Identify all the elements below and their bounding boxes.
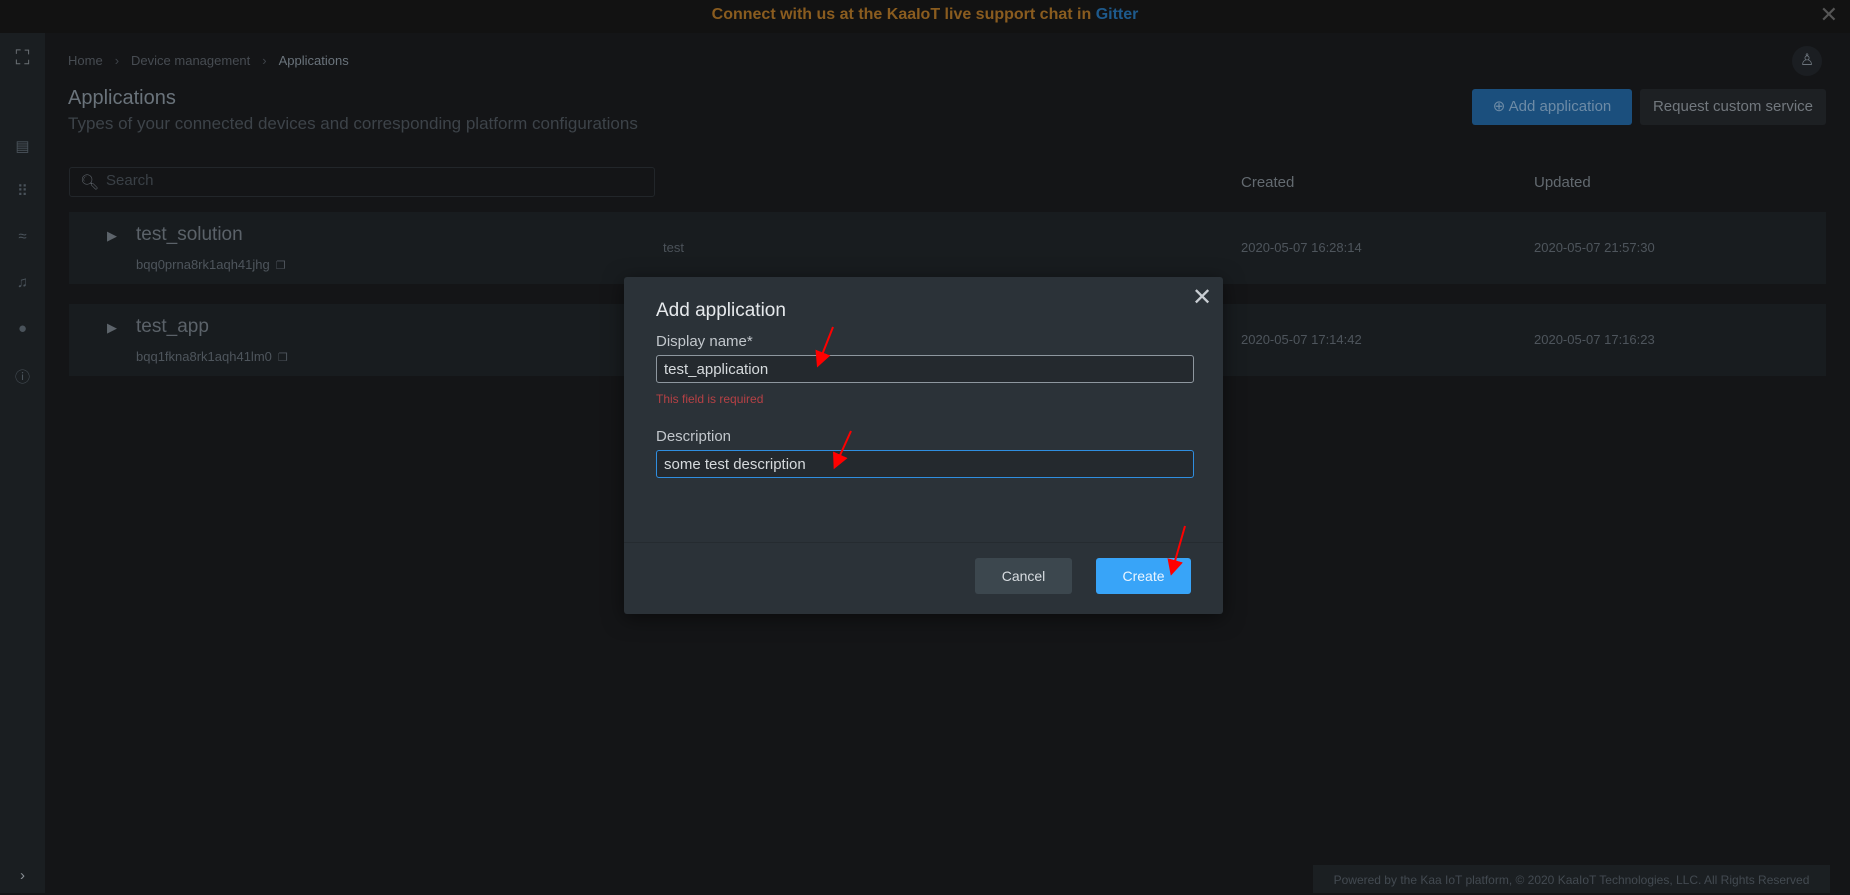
- created-date: 2020-05-07 16:28:14: [1241, 240, 1362, 255]
- support-banner: Connect with us at the KaaIoT live suppo…: [0, 0, 1850, 33]
- updated-date: 2020-05-07 17:16:23: [1534, 332, 1655, 347]
- breadcrumb: Home › Device management › Applications: [68, 53, 349, 68]
- banner-text: Connect with us at the KaaIoT live suppo…: [711, 6, 1096, 23]
- apps-grid-icon[interactable]: ⠿: [0, 182, 45, 200]
- table-row[interactable]: ▶ test_solution bqq0prna8rk1aqh41jhg ❐ te…: [69, 212, 1826, 284]
- display-name-label: Display name*: [656, 333, 753, 350]
- column-header-created[interactable]: Created: [1241, 174, 1294, 191]
- chevron-right-icon: ›: [262, 53, 267, 68]
- app-name: test_solution: [136, 224, 243, 245]
- help-icon[interactable]: ⓘ: [0, 366, 45, 387]
- footer: Powered by the Kaa IoT platform, © 2020 …: [1313, 865, 1830, 893]
- expand-caret-icon[interactable]: ▶: [107, 320, 117, 336]
- account-icon[interactable]: ●: [0, 320, 45, 337]
- chevron-right-icon[interactable]: ›: [0, 867, 45, 884]
- user-icon: ♙: [1799, 52, 1815, 69]
- user-avatar[interactable]: ♙: [1792, 46, 1822, 76]
- page-subtitle: Types of your connected devices and corr…: [68, 114, 638, 133]
- updated-date: 2020-05-07 21:57:30: [1534, 240, 1655, 255]
- dashboard-icon[interactable]: ▤: [0, 137, 45, 155]
- close-icon[interactable]: ✕: [1192, 286, 1212, 310]
- bell-icon[interactable]: ♫: [0, 274, 45, 291]
- page-title: Applications: [68, 87, 176, 109]
- close-icon[interactable]: ✕: [1820, 4, 1838, 26]
- app-name: test_app: [136, 316, 209, 337]
- dialog-title: Add application: [656, 300, 786, 321]
- copy-icon[interactable]: ❐: [276, 260, 286, 272]
- cancel-button[interactable]: Cancel: [975, 558, 1072, 594]
- gitter-link[interactable]: Gitter: [1096, 6, 1139, 23]
- copy-icon[interactable]: ❐: [278, 352, 288, 364]
- expand-caret-icon[interactable]: ▶: [107, 228, 117, 244]
- search-box: 🔍︎: [69, 167, 655, 197]
- breadcrumb-device-management[interactable]: Device management: [131, 53, 250, 68]
- add-application-button[interactable]: ⊕ Add application: [1472, 89, 1632, 125]
- add-application-label: Add application: [1508, 98, 1612, 115]
- create-button[interactable]: Create: [1096, 558, 1191, 594]
- request-custom-service-button[interactable]: Request custom service: [1640, 89, 1826, 125]
- display-name-input[interactable]: [656, 355, 1194, 383]
- breadcrumb-home[interactable]: Home: [68, 53, 103, 68]
- analytics-icon[interactable]: ≈: [0, 228, 45, 245]
- search-icon: 🔍︎: [80, 174, 100, 191]
- app-id: bqq0prna8rk1aqh41jhg: [136, 257, 270, 272]
- plus-circle-icon: ⊕: [1492, 98, 1509, 115]
- add-application-dialog: Add application ✕ Display name* This fie…: [624, 277, 1223, 614]
- chevron-right-icon: ›: [114, 53, 120, 68]
- description-input[interactable]: [656, 450, 1194, 478]
- search-input[interactable]: [106, 172, 636, 189]
- display-name-error: This field is required: [656, 392, 764, 406]
- column-header-updated[interactable]: Updated: [1534, 174, 1591, 191]
- sidebar: ⛶ ▤ ⠿ ≈ ♫ ● ⓘ ›: [0, 33, 45, 893]
- description-label: Description: [656, 428, 732, 445]
- created-date: 2020-05-07 17:14:42: [1241, 332, 1362, 347]
- kaa-logo-icon[interactable]: ⛶: [0, 47, 45, 70]
- app-description: test: [663, 240, 684, 255]
- breadcrumb-applications: Applications: [278, 53, 349, 68]
- app-id: bqq1fkna8rk1aqh41lm0: [136, 349, 272, 364]
